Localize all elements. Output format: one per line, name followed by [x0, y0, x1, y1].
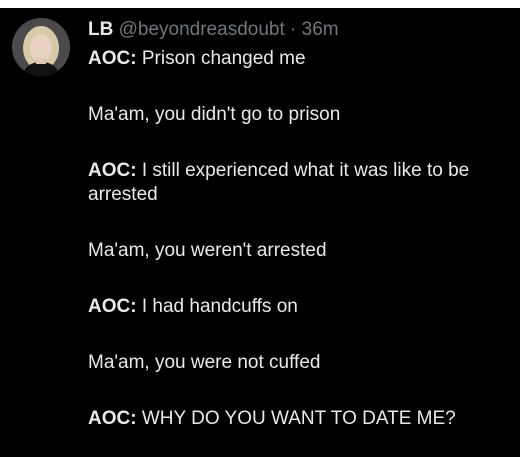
author-name[interactable]: LB	[88, 19, 113, 40]
tweet-line: AOC: WHY DO YOU WANT TO DATE ME?	[88, 408, 456, 429]
timestamp[interactable]: 36m	[302, 19, 339, 40]
tweet-text: AOC: Prison changed me Ma'am, you didn't…	[88, 47, 508, 431]
tweet-card[interactable]: LB @beyondreasdoubt · 36m AOC: Prison ch…	[0, 8, 520, 457]
tweet-line: AOC: I had handcuffs on	[88, 296, 298, 317]
tweet-line: AOC: Prison changed me	[88, 48, 306, 69]
speaker-label: AOC:	[88, 296, 137, 317]
tweet-line: Ma'am, you weren't arrested	[88, 240, 327, 261]
speaker-label: AOC:	[88, 408, 137, 429]
top-edge-strip	[0, 0, 520, 8]
tweet-header: LB @beyondreasdoubt · 36m	[88, 18, 339, 42]
speaker-label: AOC:	[88, 160, 137, 181]
tweet-line: Ma'am, you were not cuffed	[88, 352, 321, 373]
speaker-label: AOC:	[88, 48, 137, 69]
separator-dot: ·	[290, 19, 297, 40]
avatar-photo	[12, 18, 70, 76]
tweet-line: Ma'am, you didn't go to prison	[88, 104, 341, 125]
avatar[interactable]	[12, 18, 70, 76]
author-handle[interactable]: @beyondreasdoubt	[119, 19, 285, 40]
tweet-line: AOC: I still experienced what it was lik…	[88, 160, 470, 205]
